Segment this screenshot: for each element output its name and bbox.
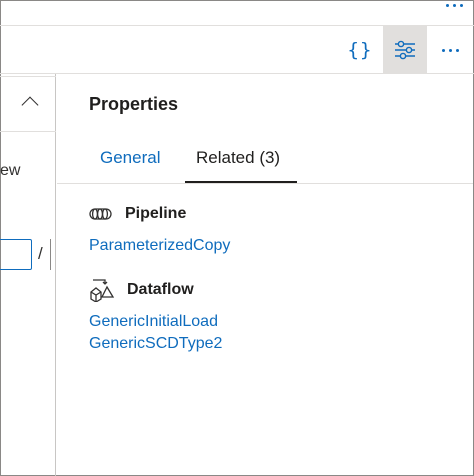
code-icon: {}: [347, 39, 373, 61]
pipeline-link[interactable]: ParameterizedCopy: [89, 235, 230, 257]
properties-tabs: General Related (3): [57, 140, 473, 184]
chevron-up-icon[interactable]: [21, 96, 39, 114]
toolbar: {}: [0, 26, 474, 74]
left-section-header[interactable]: [0, 76, 56, 132]
left-separator: /: [38, 244, 43, 263]
properties-sliders-icon: [395, 40, 415, 60]
canvas-left-pane: [0, 74, 56, 476]
left-input-field-2[interactable]: [50, 239, 60, 270]
tab-related[interactable]: Related (3): [196, 148, 280, 184]
dataflow-link[interactable]: GenericSCDType2: [89, 333, 222, 355]
left-partial-text: ew: [0, 162, 21, 179]
left-input-field[interactable]: [0, 239, 32, 270]
dataflow-section: Dataflow GenericInitialLoad GenericSCDTy…: [89, 278, 222, 355]
properties-toggle-button[interactable]: [383, 26, 427, 74]
active-tab-indicator: [185, 181, 297, 183]
dataflow-link[interactable]: GenericInitialLoad: [89, 311, 222, 333]
top-bar: [0, 0, 474, 26]
code-view-button[interactable]: {}: [340, 26, 380, 74]
more-options-button[interactable]: [432, 26, 468, 74]
dataflow-icon: [90, 279, 115, 302]
pipeline-section-label: Pipeline: [125, 205, 187, 222]
dataflow-section-label: Dataflow: [127, 281, 194, 298]
pipeline-section: Pipeline ParameterizedCopy: [89, 202, 230, 257]
tab-general[interactable]: General: [100, 148, 160, 184]
panel-title: Properties: [89, 94, 179, 114]
pipeline-icon: [89, 208, 112, 220]
top-more-icon[interactable]: [440, 0, 468, 12]
